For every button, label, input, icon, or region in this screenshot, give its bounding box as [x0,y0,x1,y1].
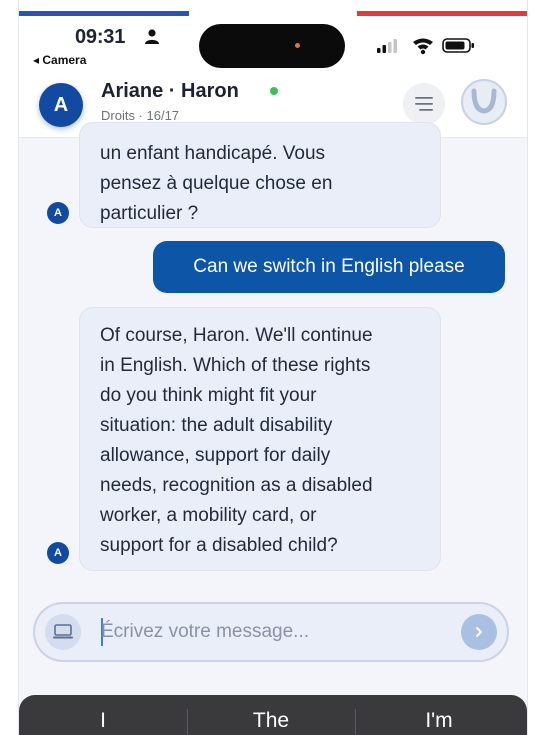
clock: 09:31 [75,26,126,48]
message-list[interactable]: un enfant handicapé. Vous pensez à quelq… [19,122,527,593]
menu-button[interactable] [403,83,445,125]
message-line: worker, a mobility card, or [100,505,317,526]
flag-stripe-blue [19,11,189,16]
send-button[interactable] [461,614,497,650]
message-input[interactable]: Écrivez votre message... [33,602,509,662]
flag-stripe-red [357,11,527,16]
keyboard-icon [53,624,73,639]
suggestion-word[interactable]: The [187,709,355,733]
assistant-message-bubble: un enfant handicapé. Vous pensez à quelq… [79,122,441,228]
message-line: situation: the adult disability [100,415,333,436]
message-line: needs, recognition as a disabled [100,475,373,496]
message-line: do you think might fit your [100,385,317,406]
message-text: Can we switch in English please [193,256,465,277]
suggestion-word[interactable]: I [19,709,187,733]
message-line: Of course, Haron. We'll continue [100,325,373,346]
wifi-icon [413,38,433,55]
battery-icon [442,38,474,53]
assistant-avatar[interactable]: A [39,83,83,127]
chevron-right-icon [476,627,482,637]
message-line: allowance, support for daily [100,445,331,466]
assistant-message-bubble: Of course, Haron. We'll continue in Engl… [79,307,441,571]
status-bar: 09:31 ◂ Camera [19,0,527,75]
conversation-subtitle: Droits · 16/17 [101,108,180,123]
message-line: support for a disabled child? [100,535,338,556]
dynamic-island [199,24,345,68]
profile-avatar-icon[interactable] [460,78,508,126]
person-icon [145,29,159,44]
assistant-mini-avatar: A [47,202,69,224]
system-icons [377,38,474,55]
message-line: particulier ? [100,203,199,224]
composer-area: Écrivez votre message... [19,593,527,673]
phone-screen: 09:31 ◂ Camera A Ariane · Haron Droits ·… [18,0,528,735]
message-line: in English. Which of these rights [100,355,371,376]
message-line: pensez à quelque chose en [100,173,333,194]
camera-indicator-dot [295,43,300,48]
assistant-mini-avatar: A [47,542,69,564]
message-placeholder: Écrivez votre message... [101,621,310,642]
keyboard-suggestion-bar: I The I'm [19,695,527,735]
user-message-bubble: Can we switch in English please [153,241,505,293]
contact-name: Ariane · Haron [101,80,239,102]
signal-icon [377,39,397,53]
hamburger-menu-icon [415,97,433,111]
message-line: un enfant handicapé. Vous [100,143,326,164]
back-to-camera-link[interactable]: ◂ Camera [33,53,86,67]
suggestion-word[interactable]: I'm [355,709,523,733]
keyboard-toggle-button[interactable] [45,614,81,650]
online-status-dot [270,87,278,95]
